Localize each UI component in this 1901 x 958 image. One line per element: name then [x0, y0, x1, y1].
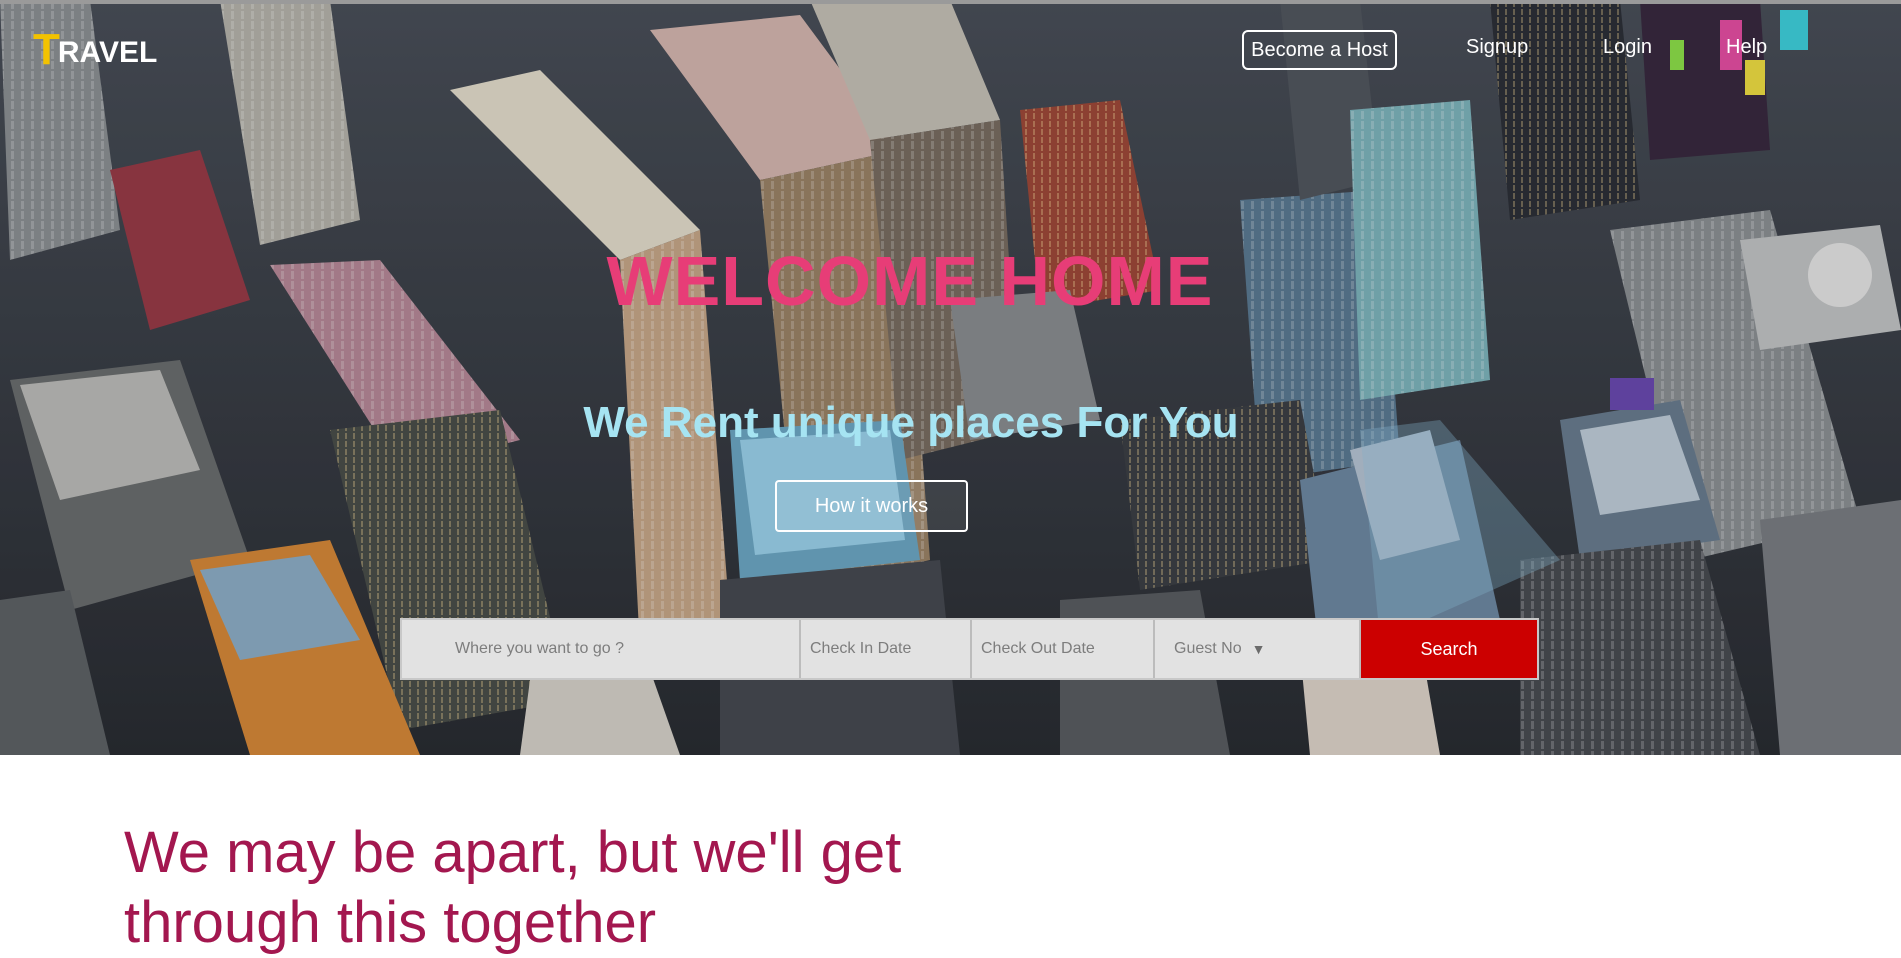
logo-text: RAVEL	[57, 36, 158, 69]
check-in-placeholder: Check In Date	[810, 640, 912, 657]
guest-number-select[interactable]: Guest No ▼	[1155, 620, 1361, 678]
section-headline: We may be apart, but we'll get through t…	[124, 820, 902, 955]
logo-initial: T	[33, 25, 60, 74]
destination-input[interactable]: Where you want to go ?	[402, 620, 801, 678]
destination-placeholder: Where you want to go ?	[455, 640, 624, 657]
nav-login-link[interactable]: Login	[1603, 32, 1652, 62]
top-border	[0, 0, 1901, 4]
nav-help-link[interactable]: Help	[1726, 32, 1767, 62]
check-out-date-input[interactable]: Check Out Date	[972, 620, 1155, 678]
become-host-button[interactable]: Become a Host	[1242, 30, 1397, 70]
search-button[interactable]: Search	[1361, 620, 1537, 678]
hero-subtitle: We Rent unique places For You	[583, 398, 1239, 447]
guest-select-label: Guest No	[1174, 640, 1242, 657]
search-bar: Where you want to go ? Check In Date Che…	[400, 618, 1539, 680]
check-out-placeholder: Check Out Date	[981, 640, 1095, 657]
brand-logo[interactable]: T RAVEL	[33, 22, 157, 72]
nav-signup-link[interactable]: Signup	[1466, 32, 1528, 62]
how-it-works-button[interactable]: How it works	[775, 480, 968, 532]
chevron-down-icon: ▼	[1251, 641, 1266, 657]
check-in-date-input[interactable]: Check In Date	[801, 620, 972, 678]
hero-title: WELCOME HOME	[606, 242, 1214, 320]
hero-section: T RAVEL Become a Host Signup Login Help …	[0, 0, 1901, 755]
